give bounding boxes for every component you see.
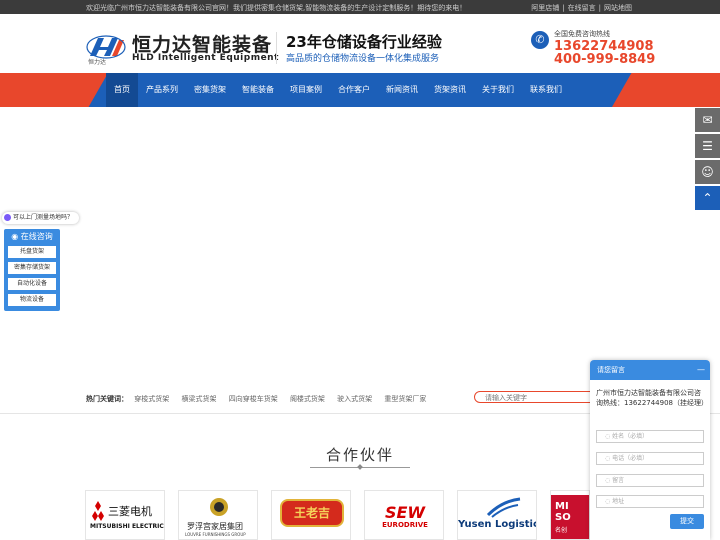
message-icon[interactable]: ☰ xyxy=(695,134,720,158)
submit-button[interactable]: 提交 xyxy=(670,514,704,529)
online-consult-title[interactable]: ◉ 在线咨询 xyxy=(4,231,60,242)
partner-logo-yusen[interactable]: Yusen Logistics xyxy=(457,490,537,540)
chat-bubble-icon xyxy=(4,214,11,221)
consult-tip-text: 可以上门测量场地吗？ xyxy=(13,214,74,221)
keyword-link[interactable]: 横梁式货架 xyxy=(181,395,216,403)
banner-area xyxy=(0,107,720,387)
top-bar: 欢迎光临广州市恒力达智能装备有限公司官网！我们提供密集仓储货架,智能物流装备的生… xyxy=(0,0,720,14)
top-link-sitemap[interactable]: 网站地图 xyxy=(604,4,632,12)
message-widget-header[interactable]: 请您留言 — xyxy=(590,360,710,380)
phone-icon: ✆ xyxy=(531,31,549,49)
nav-item-home[interactable]: 首页 xyxy=(106,73,138,107)
consult-item-dense-rack[interactable]: 密集存储货架 xyxy=(8,262,56,274)
partner-logo-wanglaoji[interactable]: 王老吉 xyxy=(271,490,351,540)
nav-item-rack-info[interactable]: 货架资讯 xyxy=(426,73,474,107)
logo-company-name-en: HLD Intelligent Equipment xyxy=(132,53,279,63)
keyword-link[interactable]: 重型货架厂家 xyxy=(384,395,426,403)
edit-icon: ◌ xyxy=(605,477,611,484)
message-field[interactable]: ◌ 留言 xyxy=(596,474,704,487)
nav-item-dense-racks[interactable]: 密集货架 xyxy=(186,73,234,107)
partner-logo-mitsubishi[interactable]: 三菱电机 MITSUBISHI ELECTRIC xyxy=(85,490,165,540)
address-field[interactable]: ◌ 地址 xyxy=(596,495,704,508)
keyword-link[interactable]: 穿梭式货架 xyxy=(134,395,169,403)
side-toolbar: ✉ ☰ ☺ ⌃ xyxy=(695,108,720,212)
consult-tip-bubble[interactable]: 可以上门测量场地吗？ xyxy=(2,212,80,224)
yusen-swoosh-icon xyxy=(486,497,521,518)
location-icon: ◌ xyxy=(605,498,611,505)
slogan-main: 23年仓储设备行业经验 xyxy=(286,33,442,51)
top-links: 阿里店铺 | 在线留言 | 网站地图 xyxy=(531,4,632,12)
nav-item-clients[interactable]: 合作客户 xyxy=(330,73,378,107)
partner-logo-main: SEW xyxy=(384,503,426,522)
wechat-icon[interactable]: ✉ xyxy=(695,108,720,132)
main-nav: 首页 产品系列 密集货架 智能装备 项目案例 合作客户 新闻资讯 货架资讯 关于… xyxy=(0,73,720,107)
online-consult-panel: ◉ 在线咨询 托盘货架 密集存储货架 自动化设备 物流设备 xyxy=(4,229,60,311)
user-icon: ◌ xyxy=(605,433,611,440)
partner-logo-sub: LOUVRE FURNISHINGS GROUP xyxy=(185,532,246,537)
nav-item-about[interactable]: 关于我们 xyxy=(474,73,522,107)
partner-logo-sew[interactable]: SEW EURODRIVE xyxy=(364,490,444,540)
hotline-label: 全国免费咨询热线 xyxy=(554,30,610,38)
phone-field[interactable]: ◌ 电话（必填） xyxy=(596,452,704,465)
smile-icon[interactable]: ☺ xyxy=(695,160,720,184)
nav-item-smart-equipment[interactable]: 智能装备 xyxy=(234,73,282,107)
header-divider xyxy=(276,32,277,64)
search-input[interactable]: 请输入关键字 xyxy=(474,391,602,403)
partner-logo-main: 三菱电机 xyxy=(108,505,152,518)
nav-item-contact[interactable]: 联系我们 xyxy=(522,73,570,107)
partner-logo-sub: MITSUBISHI ELECTRIC xyxy=(90,523,164,530)
nav-item-cases[interactable]: 项目案例 xyxy=(282,73,330,107)
nav-item-news[interactable]: 新闻资讯 xyxy=(378,73,426,107)
consult-item-pallet-rack[interactable]: 托盘货架 xyxy=(8,246,56,258)
partner-logo-main: 罗浮宫家居集团 xyxy=(187,522,243,531)
keyword-link[interactable]: 驶入式货架 xyxy=(337,395,372,403)
consult-item-logistics[interactable]: 物流设备 xyxy=(8,294,56,306)
partner-logo-main: Yusen Logistics xyxy=(458,519,537,530)
message-widget-info: 广州市恒力达智能装备有限公司咨询热线：13622744908（挂经理） xyxy=(596,389,708,407)
top-link-shop[interactable]: 阿里店铺 xyxy=(531,4,559,12)
message-widget-title: 请您留言 xyxy=(597,366,625,374)
partners-title-dot xyxy=(357,464,363,470)
keyword-link[interactable]: 阁楼式货架 xyxy=(290,395,325,403)
message-widget: 请您留言 — 广州市恒力达智能装备有限公司咨询热线：13622744908（挂经… xyxy=(590,360,710,540)
nav-items: 首页 产品系列 密集货架 智能装备 项目案例 合作客户 新闻资讯 货架资讯 关于… xyxy=(106,73,570,107)
hot-keywords: 热门关键词： 穿梭式货架 横梁式货架 四向穿梭车货架 阁楼式货架 驶入式货架 重… xyxy=(86,394,436,406)
hotline-400: 400-999-8849 xyxy=(554,52,656,67)
phone-small-icon: ◌ xyxy=(605,455,611,462)
name-field[interactable]: ◌ 姓名（必填） xyxy=(596,430,704,443)
partner-logo-louvre[interactable]: 罗浮宫家居集团 LOUVRE FURNISHINGS GROUP xyxy=(178,490,258,540)
hot-keywords-label: 热门关键词： xyxy=(86,395,128,403)
nav-red-accent-right xyxy=(612,73,720,107)
nav-item-products[interactable]: 产品系列 xyxy=(138,73,186,107)
keyword-link[interactable]: 四向穿梭车货架 xyxy=(229,395,278,403)
welcome-text: 欢迎光临广州市恒力达智能装备有限公司官网！我们提供密集仓储货架,智能物流装备的生… xyxy=(86,4,467,12)
partners-title: 合作伙伴 xyxy=(325,446,394,464)
slogan-sub: 高品质的仓储物流设备一体化集成服务 xyxy=(286,54,440,64)
chat-icon: ◉ xyxy=(11,232,19,241)
partner-logo-sub: EURODRIVE xyxy=(382,521,428,529)
partner-logo-sub: 名创 xyxy=(555,527,568,534)
partner-logo-miniso[interactable]: MI SO 名创 xyxy=(550,490,590,540)
back-to-top-icon[interactable]: ⌃ xyxy=(695,186,720,210)
partner-logo-main: MI SO xyxy=(555,501,571,523)
nav-red-accent-left xyxy=(0,73,108,107)
top-link-message[interactable]: 在线留言 xyxy=(568,4,596,12)
partner-logo-main: 王老吉 xyxy=(293,506,330,520)
logo-sub-text: 恒力达 xyxy=(88,59,107,66)
consult-item-automation[interactable]: 自动化设备 xyxy=(8,278,56,290)
minimize-icon[interactable]: — xyxy=(697,360,705,380)
